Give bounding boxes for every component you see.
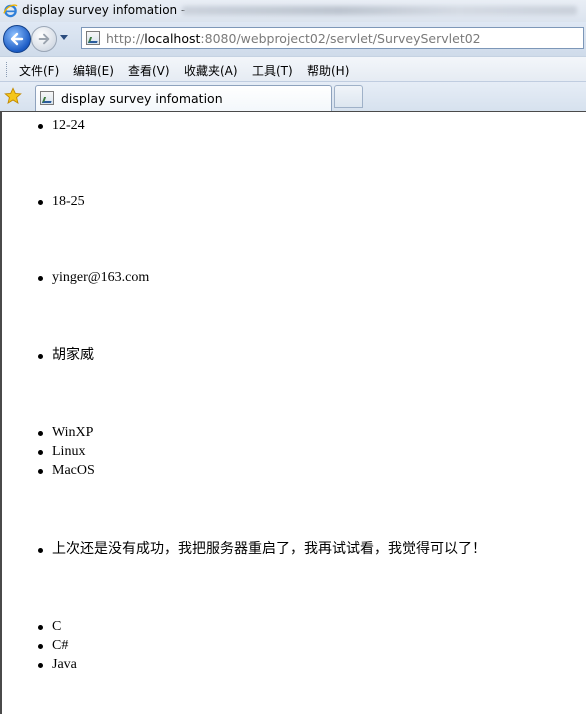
star-icon[interactable] xyxy=(4,87,22,105)
list-item: 12-24 xyxy=(2,116,85,135)
forward-arrow-icon xyxy=(38,33,50,45)
list-item: yinger@163.com xyxy=(2,268,149,287)
answer-list-age-group: 18-25 xyxy=(2,192,85,211)
list-item: C xyxy=(2,617,77,636)
list-item: 胡家威 xyxy=(2,346,94,365)
answer-list-name: 胡家威 xyxy=(2,346,94,365)
tab-bar: display survey infomation xyxy=(0,81,586,112)
tab-active[interactable]: display survey infomation xyxy=(35,85,332,112)
list-item: 上次还是没有成功，我把服务器重启了，我再试试看，我觉得可以了！ xyxy=(2,540,486,559)
answer-list-os: WinXP Linux MacOS xyxy=(2,423,95,480)
menu-grip[interactable] xyxy=(6,62,10,77)
list-item: WinXP xyxy=(2,423,95,442)
back-button[interactable] xyxy=(3,25,31,53)
menu-view[interactable]: 查看(V) xyxy=(128,62,170,79)
history-dropdown-icon[interactable] xyxy=(60,35,68,40)
title-bar: display survey infomation - xyxy=(0,0,586,22)
list-item: C# xyxy=(2,636,77,655)
list-item: Linux xyxy=(2,442,95,461)
url-text: http://localhost:8080/webproject02/servl… xyxy=(106,31,481,46)
ie-logo-icon xyxy=(3,4,18,18)
title-blurred-text xyxy=(182,6,577,15)
menu-file[interactable]: 文件(F) xyxy=(19,62,59,79)
menu-help[interactable]: 帮助(H) xyxy=(307,62,349,79)
new-tab-button[interactable] xyxy=(334,85,363,108)
address-input[interactable]: http://localhost:8080/webproject02/servl… xyxy=(81,27,584,49)
list-item: Java xyxy=(2,655,77,674)
forward-button[interactable] xyxy=(31,26,57,52)
menu-bar: 文件(F) 编辑(E) 查看(V) 收藏夹(A) 工具(T) 帮助(H) xyxy=(0,56,586,82)
back-arrow-icon xyxy=(10,32,24,46)
page-content: 12-24 18-25 yinger@163.com 胡家威 WinXP Lin… xyxy=(0,111,586,714)
answer-list-comment: 上次还是没有成功，我把服务器重启了，我再试试看，我觉得可以了！ xyxy=(2,540,486,559)
address-bar: http://localhost:8080/webproject02/servl… xyxy=(0,22,586,56)
tab-title: display survey infomation xyxy=(61,91,223,106)
menu-edit[interactable]: 编辑(E) xyxy=(73,62,114,79)
answer-list-languages: C C# Java xyxy=(2,617,77,674)
page-icon xyxy=(86,31,100,45)
list-item: 18-25 xyxy=(2,192,85,211)
page-icon xyxy=(40,91,54,105)
window-title: display survey infomation - xyxy=(22,3,186,17)
menu-tools[interactable]: 工具(T) xyxy=(252,62,293,79)
list-item: MacOS xyxy=(2,461,95,480)
answer-list-age-range: 12-24 xyxy=(2,116,85,135)
answer-list-email: yinger@163.com xyxy=(2,268,149,287)
menu-favorites[interactable]: 收藏夹(A) xyxy=(184,62,238,79)
